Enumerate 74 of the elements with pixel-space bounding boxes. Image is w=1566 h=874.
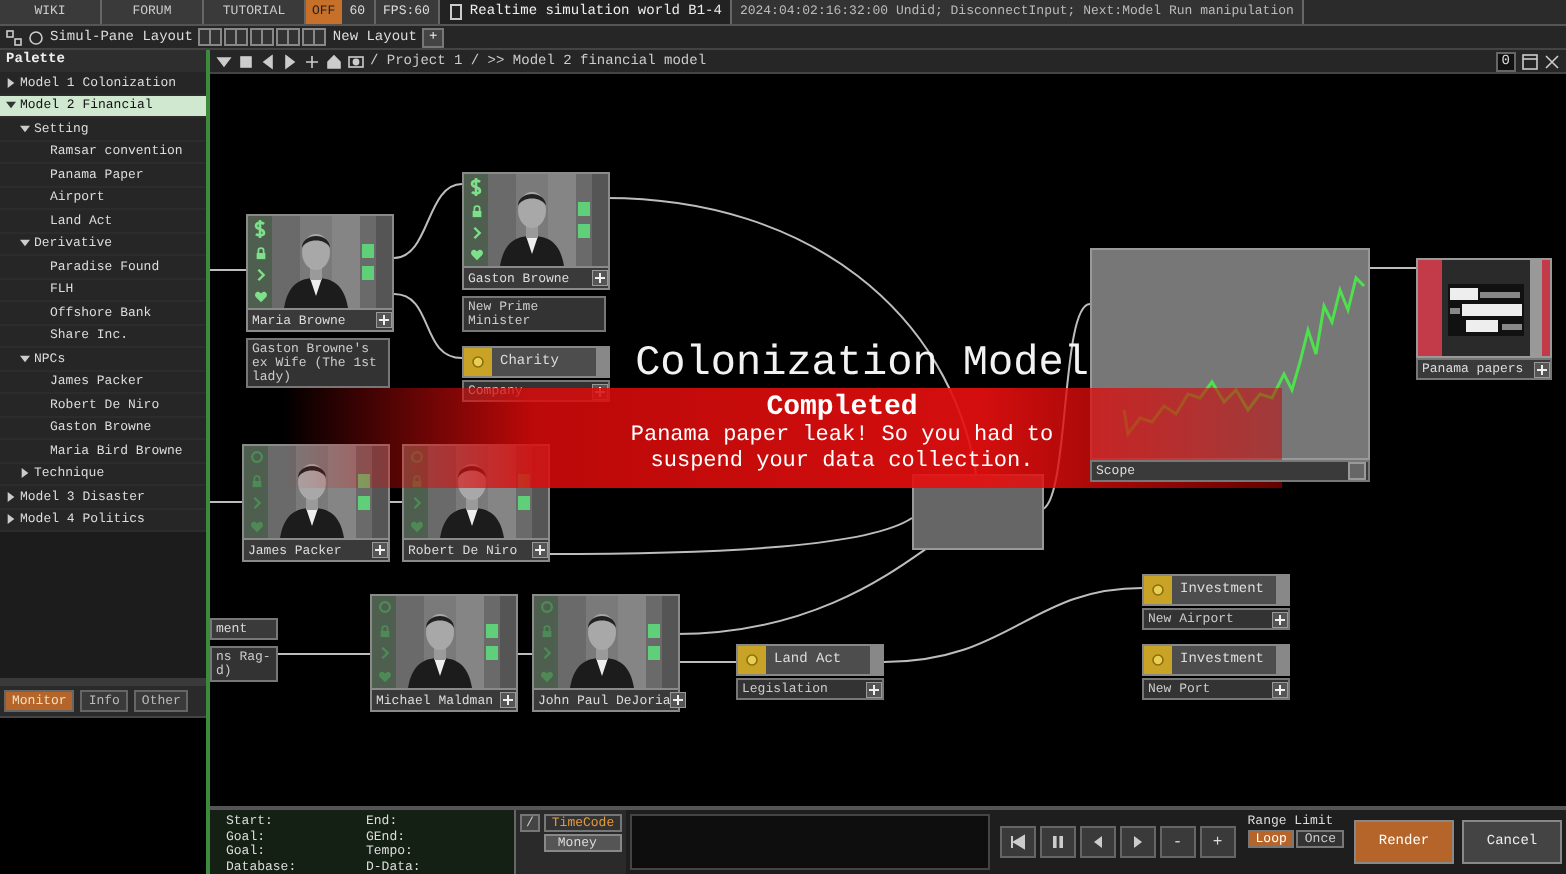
minus-button[interactable]: - bbox=[1159, 826, 1196, 858]
chevron-icon bbox=[469, 226, 483, 240]
stop-icon[interactable] bbox=[238, 53, 254, 69]
connection-wire bbox=[210, 501, 243, 503]
node-card[interactable] bbox=[912, 474, 1044, 550]
lock-icon bbox=[377, 623, 391, 638]
sun-icon bbox=[744, 652, 760, 668]
layout-option-icon[interactable] bbox=[276, 28, 301, 46]
plus-icon[interactable] bbox=[376, 312, 392, 328]
heart-icon bbox=[469, 248, 483, 262]
plus-icon[interactable] bbox=[372, 542, 388, 558]
chevron-icon bbox=[539, 646, 553, 661]
connection-wire bbox=[1369, 267, 1417, 269]
connection-wire bbox=[393, 293, 463, 359]
chevron-icon bbox=[253, 268, 267, 282]
step-back-button[interactable] bbox=[1079, 826, 1116, 858]
plus-icon[interactable] bbox=[670, 692, 687, 708]
plus-button[interactable]: + bbox=[1199, 826, 1236, 858]
step-forward-button[interactable] bbox=[1119, 826, 1156, 858]
chevron-icon bbox=[377, 646, 391, 661]
lock-icon bbox=[539, 623, 553, 638]
caret-right-icon[interactable] bbox=[6, 77, 16, 88]
plus-icon[interactable] bbox=[1534, 361, 1550, 377]
caret-right-icon[interactable] bbox=[20, 468, 30, 479]
heart-icon bbox=[377, 669, 391, 684]
lock-icon bbox=[469, 204, 483, 218]
caret-right-icon[interactable] bbox=[6, 491, 16, 502]
caret-down-icon[interactable] bbox=[6, 100, 16, 111]
document-icon bbox=[447, 4, 464, 20]
heart-icon bbox=[249, 519, 263, 534]
step-forward-icon bbox=[1129, 834, 1146, 850]
connection-wire bbox=[277, 653, 371, 655]
plus-icon[interactable] bbox=[500, 692, 516, 708]
lock-icon bbox=[253, 246, 267, 260]
heart-icon bbox=[253, 290, 267, 304]
message-text: Panama paper leak! So you had to suspend your data collection. bbox=[628, 424, 1056, 476]
layout-option-icon[interactable] bbox=[302, 28, 327, 46]
sun-icon bbox=[1150, 582, 1166, 598]
layout-option-icon[interactable] bbox=[198, 28, 223, 46]
plus-icon[interactable] bbox=[304, 53, 320, 69]
connection-wire bbox=[393, 183, 463, 259]
sun-icon bbox=[1150, 652, 1166, 668]
status-heading: Completed bbox=[766, 392, 918, 424]
image-icon[interactable] bbox=[348, 53, 364, 69]
chevron-icon bbox=[249, 496, 263, 511]
heart-icon bbox=[539, 669, 553, 684]
caret-down-icon[interactable] bbox=[20, 123, 30, 134]
pause-button[interactable] bbox=[1039, 826, 1076, 858]
plus-icon[interactable] bbox=[1272, 681, 1288, 697]
sun-icon bbox=[470, 354, 486, 370]
skip-back-button[interactable] bbox=[999, 826, 1036, 858]
heart-icon bbox=[409, 519, 423, 534]
connection-wire bbox=[675, 661, 737, 663]
layout-option-icon[interactable] bbox=[250, 28, 275, 46]
window-icon[interactable] bbox=[1522, 53, 1538, 69]
toggle-button[interactable] bbox=[1348, 462, 1366, 480]
skip-back-icon bbox=[1009, 834, 1026, 850]
caret-down-icon[interactable] bbox=[20, 353, 30, 364]
plus-icon[interactable] bbox=[1272, 611, 1288, 627]
layout-option-icon[interactable] bbox=[224, 28, 249, 46]
lock-icon bbox=[249, 473, 263, 488]
lock-icon bbox=[409, 473, 423, 488]
plus-icon[interactable] bbox=[866, 681, 882, 697]
chevron-icon bbox=[409, 496, 423, 511]
close-icon[interactable] bbox=[1544, 53, 1560, 69]
plus-icon[interactable] bbox=[532, 542, 548, 558]
grid-icon[interactable] bbox=[6, 29, 22, 45]
pause-icon bbox=[1049, 834, 1066, 850]
caret-down-icon[interactable] bbox=[20, 238, 30, 249]
caret-right-icon[interactable] bbox=[6, 514, 16, 525]
plus-icon[interactable] bbox=[592, 270, 608, 286]
image-node[interactable] bbox=[1416, 258, 1552, 358]
connection-wire bbox=[210, 269, 247, 271]
step-back-icon bbox=[1089, 834, 1106, 850]
